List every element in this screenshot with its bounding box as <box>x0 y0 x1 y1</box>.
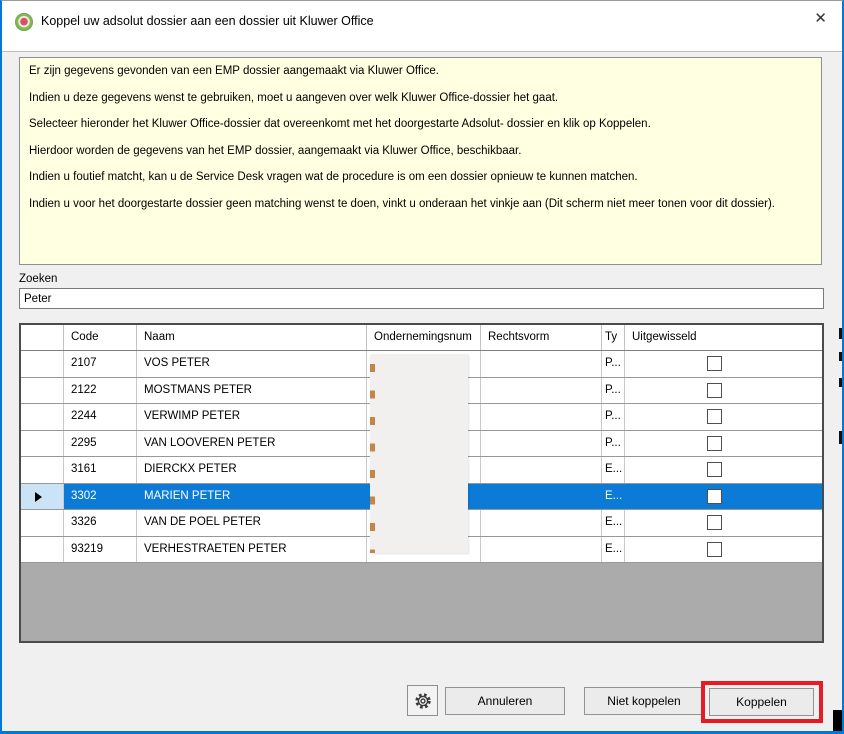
row-selector-gutter[interactable] <box>21 404 64 430</box>
cell-naam: MOSTMANS PETER <box>137 378 367 404</box>
gear-icon <box>413 691 433 711</box>
cell-code: 2295 <box>64 431 137 457</box>
cell-naam: VAN DE POEL PETER <box>137 510 367 536</box>
info-box: Er zijn gegevens gevonden van een EMP do… <box>19 57 822 265</box>
row-selector-gutter[interactable] <box>21 431 64 457</box>
row-selector-gutter[interactable] <box>21 378 64 404</box>
close-icon[interactable]: ✕ <box>814 11 827 26</box>
table-header-row: Code Naam Ondernemingsnum Rechtsvorm Ty … <box>21 325 822 351</box>
info-paragraph: Er zijn gegevens gevonden van een EMP do… <box>29 65 812 78</box>
search-input[interactable] <box>19 288 824 309</box>
screen-corner-artifact <box>833 710 842 731</box>
cell-code: 93219 <box>64 537 137 563</box>
cell-code: 2122 <box>64 378 137 404</box>
uitgewisseld-checkbox[interactable] <box>707 542 722 557</box>
cell-type: P... <box>602 431 625 457</box>
app-icon <box>15 13 33 31</box>
settings-button[interactable] <box>407 685 438 716</box>
annuleren-button[interactable]: Annuleren <box>445 687 565 715</box>
uitgewisseld-checkbox[interactable] <box>707 462 722 477</box>
redacted-text-fragments <box>370 356 375 553</box>
cell-type: P... <box>602 378 625 404</box>
cell-uitgewisseld <box>625 484 822 510</box>
cell-naam: VAN LOOVEREN PETER <box>137 431 367 457</box>
info-paragraph: Indien u deze gegevens wenst te gebruike… <box>29 92 812 105</box>
search-label: Zoeken <box>19 273 57 285</box>
screen-edge-artifact <box>839 378 842 387</box>
header-rechtsvorm[interactable]: Rechtsvorm <box>481 325 602 350</box>
cell-code: 3302 <box>64 484 137 510</box>
cell-uitgewisseld <box>625 510 822 536</box>
cell-type: E... <box>602 457 625 483</box>
cell-code: 3161 <box>64 457 137 483</box>
screen-edge-artifact <box>839 328 842 339</box>
uitgewisseld-checkbox[interactable] <box>707 515 722 530</box>
cell-rechtsvorm <box>481 378 602 404</box>
screen-edge-artifact <box>839 352 842 361</box>
cell-code: 2107 <box>64 351 137 377</box>
cell-rechtsvorm <box>481 510 602 536</box>
header-gutter <box>21 325 64 350</box>
cell-type: P... <box>602 351 625 377</box>
cell-rechtsvorm <box>481 484 602 510</box>
cell-naam: MARIEN PETER <box>137 484 367 510</box>
info-paragraph: Hierdoor worden de gegevens van het EMP … <box>29 145 812 158</box>
row-selector-gutter[interactable] <box>21 351 64 377</box>
cell-type: E... <box>602 537 625 563</box>
info-paragraph: Indien u foutief matcht, kan u de Servic… <box>29 171 812 184</box>
cell-code: 2244 <box>64 404 137 430</box>
header-uitgewisseld[interactable]: Uitgewisseld <box>625 325 822 350</box>
row-selector-gutter[interactable] <box>21 510 64 536</box>
cell-uitgewisseld <box>625 351 822 377</box>
cell-rechtsvorm <box>481 404 602 430</box>
row-selector-gutter[interactable] <box>21 457 64 483</box>
cell-naam: VERHESTRAETEN PETER <box>137 537 367 563</box>
title-bar: Koppel uw adsolut dossier aan een dossie… <box>2 1 842 52</box>
uitgewisseld-checkbox[interactable] <box>707 356 722 371</box>
dialog-koppel-dossier: Koppel uw adsolut dossier aan een dossie… <box>0 0 844 734</box>
cell-type: E... <box>602 510 625 536</box>
niet-koppelen-button[interactable]: Niet koppelen <box>584 687 704 715</box>
dossier-table: Code Naam Ondernemingsnum Rechtsvorm Ty … <box>19 323 824 643</box>
header-naam[interactable]: Naam <box>137 325 367 350</box>
cell-type: P... <box>602 404 625 430</box>
cell-uitgewisseld <box>625 431 822 457</box>
uitgewisseld-checkbox[interactable] <box>707 383 722 398</box>
screen-edge-artifact <box>839 431 842 444</box>
cell-uitgewisseld <box>625 457 822 483</box>
cell-uitgewisseld <box>625 378 822 404</box>
info-paragraph: Selecteer hieronder het Kluwer Office-do… <box>29 118 812 131</box>
info-paragraph: Indien u voor het doorgestarte dossier g… <box>29 198 812 211</box>
uitgewisseld-checkbox[interactable] <box>707 436 722 451</box>
uitgewisseld-checkbox[interactable] <box>707 489 722 504</box>
header-code[interactable]: Code <box>64 325 137 350</box>
cell-uitgewisseld <box>625 404 822 430</box>
header-type[interactable]: Ty <box>602 325 625 350</box>
cell-rechtsvorm <box>481 537 602 563</box>
selected-row-arrow-icon <box>35 492 42 502</box>
cell-uitgewisseld <box>625 537 822 563</box>
cell-type: E... <box>602 484 625 510</box>
cell-naam: DIERCKX PETER <box>137 457 367 483</box>
cell-code: 3326 <box>64 510 137 536</box>
row-selector-gutter[interactable] <box>21 537 64 563</box>
cell-naam: VERWIMP PETER <box>137 404 367 430</box>
cell-rechtsvorm <box>481 431 602 457</box>
koppelen-button[interactable]: Koppelen <box>709 688 814 716</box>
cell-naam: VOS PETER <box>137 351 367 377</box>
header-ondernemingsnummer[interactable]: Ondernemingsnum <box>367 325 481 350</box>
window-title: Koppel uw adsolut dossier aan een dossie… <box>41 14 374 28</box>
cell-rechtsvorm <box>481 457 602 483</box>
uitgewisseld-checkbox[interactable] <box>707 409 722 424</box>
cell-rechtsvorm <box>481 351 602 377</box>
row-selector-gutter[interactable] <box>21 484 64 510</box>
redaction-overlay <box>370 354 468 553</box>
